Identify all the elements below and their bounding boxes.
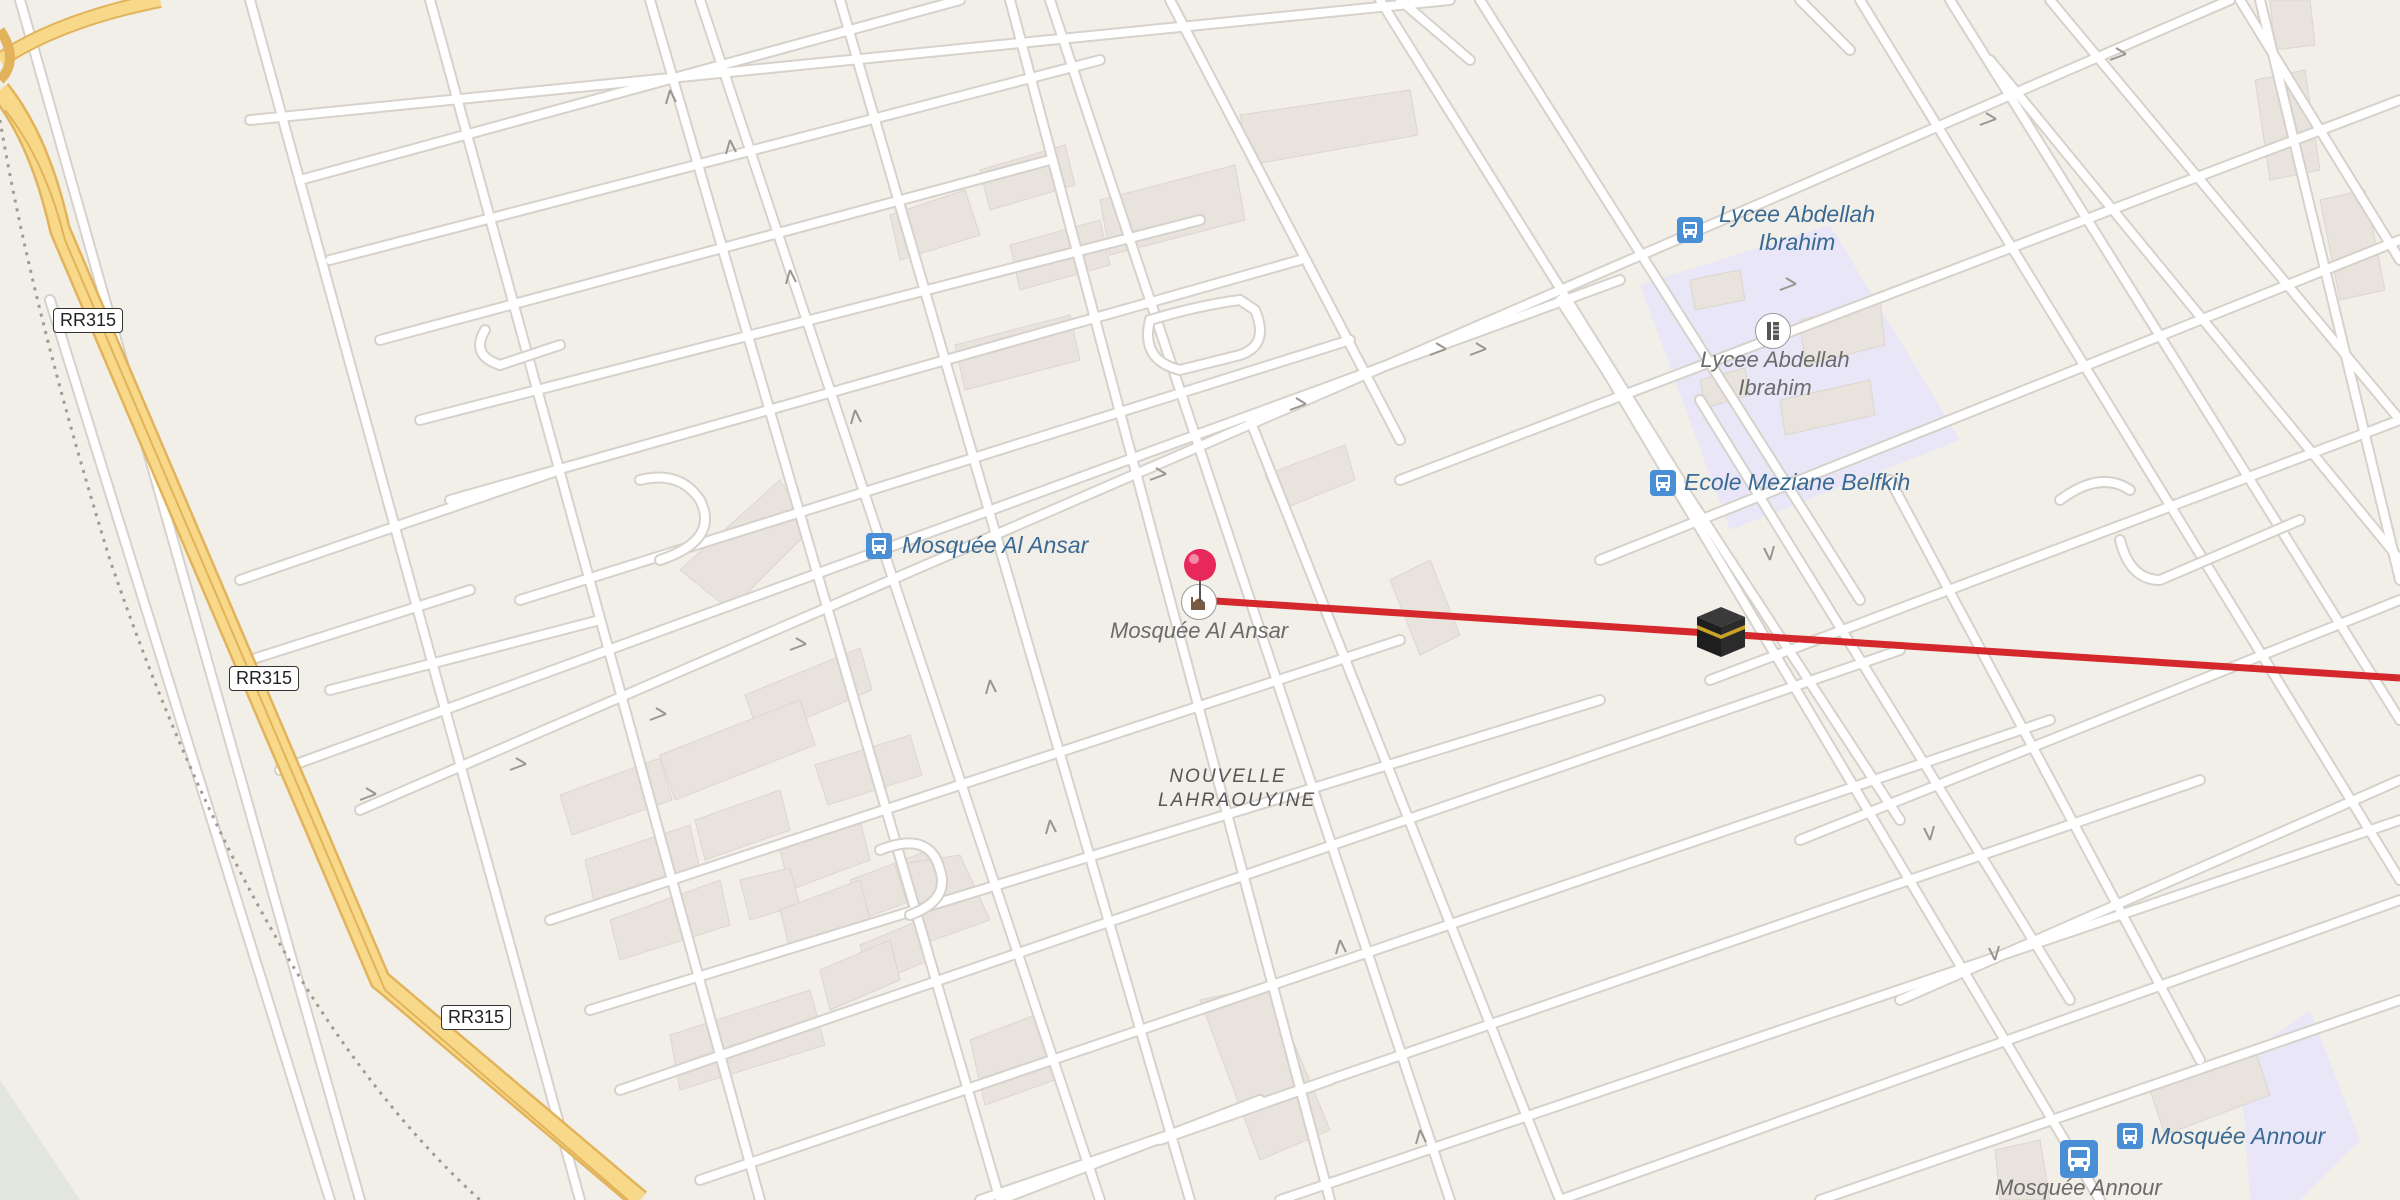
road-shield-rr315-2: RR315 — [229, 666, 300, 691]
district-label: NOUVELLE LAHRAOUYINE — [1158, 766, 1317, 811]
bus-stop-icon[interactable] — [866, 533, 892, 559]
school-icon[interactable] — [1755, 313, 1791, 349]
bus-stop-label-annour[interactable]: Mosquée Annour — [2151, 1123, 2325, 1150]
map-view[interactable]: RR315 RR315 RR315 Mosquée Al Ansar Mosqu… — [0, 0, 2400, 1200]
bus-stop-icon[interactable] — [1677, 217, 1703, 243]
kaaba-icon[interactable] — [1693, 603, 1749, 664]
bus-station-label-annour[interactable]: Mosquée Annour — [1995, 1175, 2162, 1200]
bus-stop-label-ecole[interactable]: Ecole Meziane Belfkih — [1684, 469, 1910, 496]
road-shield-rr315-1: RR315 — [53, 308, 124, 333]
bus-stop-icon[interactable] — [1650, 470, 1676, 496]
bus-stop-label-mosquee-al-ansar[interactable]: Mosquée Al Ansar — [902, 532, 1088, 559]
school-label-lycee[interactable]: Lycee Abdellah Ibrahim — [1690, 346, 1860, 402]
bus-station-icon[interactable] — [2060, 1140, 2098, 1178]
road-shield-rr315-3: RR315 — [441, 1005, 512, 1030]
bus-stop-label-lycee[interactable]: Lycee Abdellah Ibrahim — [1712, 200, 1882, 256]
bus-stop-icon[interactable] — [2117, 1123, 2143, 1149]
location-pin-icon[interactable] — [1180, 548, 1220, 609]
mosque-label-al-ansar[interactable]: Mosquée Al Ansar — [1110, 618, 1288, 644]
